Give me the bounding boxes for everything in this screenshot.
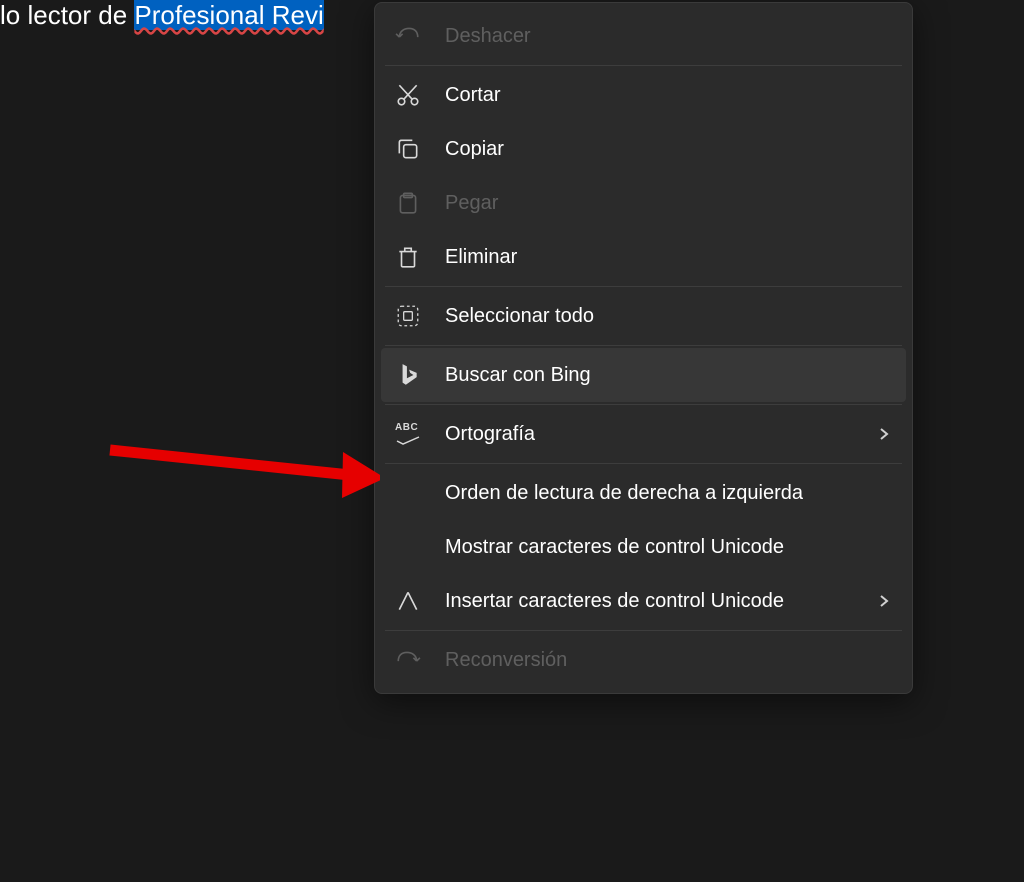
menu-label: Mostrar caracteres de control Unicode [445, 536, 892, 559]
context-menu: Deshacer Cortar Copiar Pegar Eliminar Se… [374, 2, 913, 694]
bing-icon [395, 362, 421, 388]
abc-icon: ABC [395, 421, 421, 447]
delete-icon [395, 244, 421, 270]
menu-label: Insertar caracteres de control Unicode [445, 590, 876, 613]
select-all-icon [395, 303, 421, 329]
arrow-annotation [100, 410, 380, 520]
divider [385, 286, 902, 287]
menu-label: Orden de lectura de derecha a izquierda [445, 482, 892, 505]
menu-label: Pegar [445, 192, 892, 215]
undo-icon [395, 23, 421, 49]
divider [385, 65, 902, 66]
menu-item-copy[interactable]: Copiar [381, 122, 906, 176]
menu-item-undo: Deshacer [381, 9, 906, 63]
menu-label: Deshacer [445, 25, 892, 48]
menu-item-bing-search[interactable]: Buscar con Bing [381, 348, 906, 402]
menu-item-paste: Pegar [381, 176, 906, 230]
divider [385, 463, 902, 464]
menu-item-delete[interactable]: Eliminar [381, 230, 906, 284]
menu-label: Ortografía [445, 423, 876, 446]
menu-item-reconversion: Reconversión [381, 633, 906, 687]
menu-label: Eliminar [445, 246, 892, 269]
chevron-right-icon [876, 593, 892, 609]
redo-icon [395, 647, 421, 673]
text-before-selection: lo lector de [0, 0, 134, 30]
insert-icon [395, 588, 421, 614]
menu-item-insert-unicode[interactable]: Insertar caracteres de control Unicode [381, 574, 906, 628]
menu-label: Cortar [445, 84, 892, 107]
paste-icon [395, 190, 421, 216]
menu-label: Seleccionar todo [445, 305, 892, 328]
menu-label: Copiar [445, 138, 892, 161]
divider [385, 630, 902, 631]
divider [385, 345, 902, 346]
divider [385, 404, 902, 405]
menu-item-spelling[interactable]: ABC Ortografía [381, 407, 906, 461]
chevron-right-icon [876, 426, 892, 442]
menu-item-select-all[interactable]: Seleccionar todo [381, 289, 906, 343]
menu-item-show-unicode[interactable]: Mostrar caracteres de control Unicode [381, 520, 906, 574]
menu-label: Buscar con Bing [445, 364, 892, 387]
menu-item-rtl-reading[interactable]: Orden de lectura de derecha a izquierda [381, 466, 906, 520]
selected-text: Profesional Revi [134, 0, 323, 30]
menu-label: Reconversión [445, 649, 892, 672]
menu-item-cut[interactable]: Cortar [381, 68, 906, 122]
cut-icon [395, 82, 421, 108]
editor-text[interactable]: lo lector de Profesional Revi [0, 0, 324, 31]
copy-icon [395, 136, 421, 162]
